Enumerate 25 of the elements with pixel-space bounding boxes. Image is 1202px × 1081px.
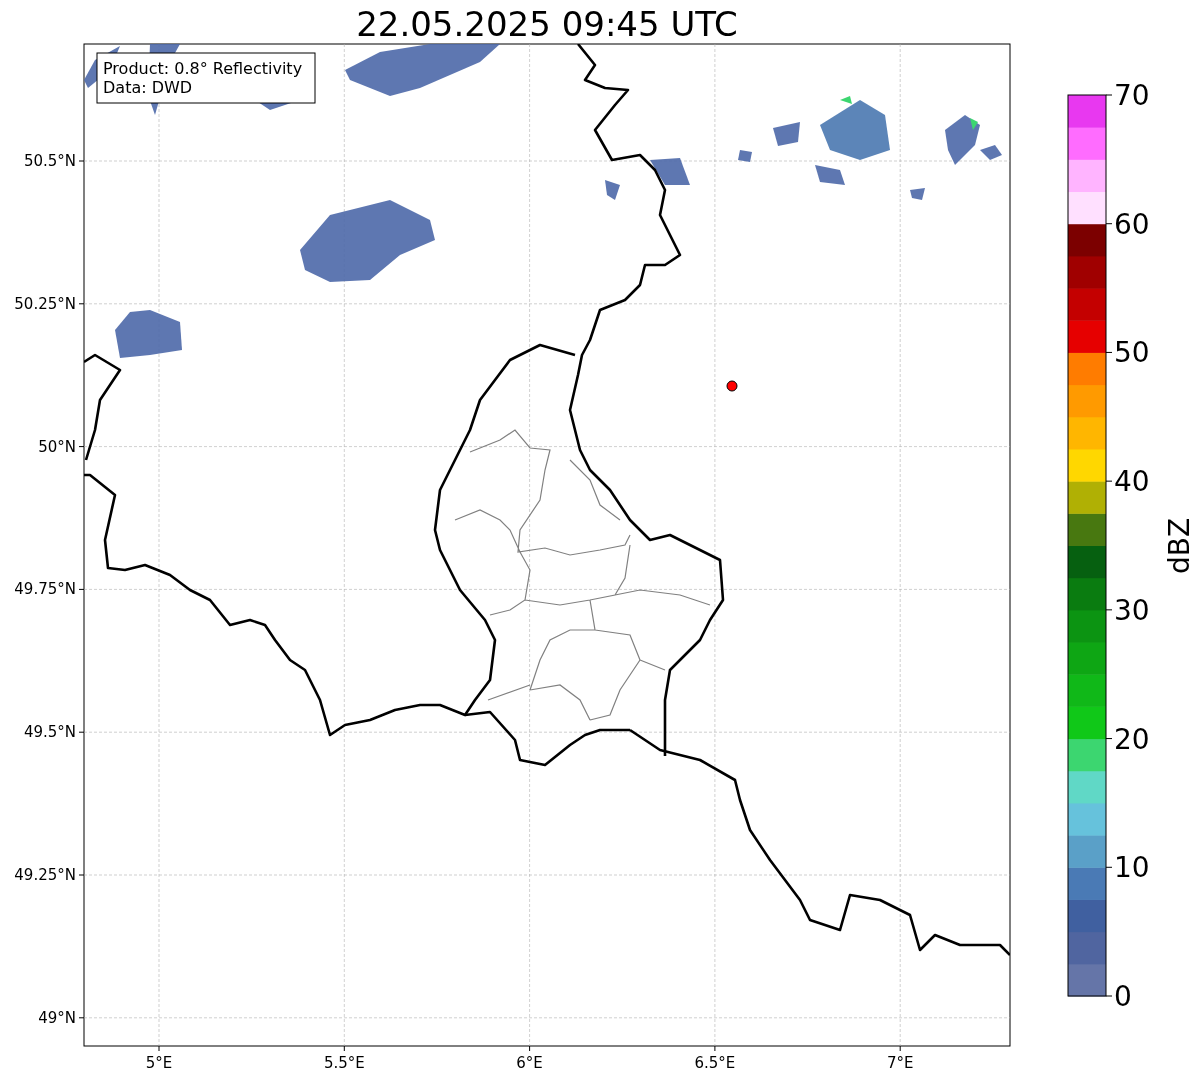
colorbar-tick-label: 30 [1114,593,1150,627]
y-tick-label: 50°N [38,437,76,456]
x-tick-label: 5°E [145,1054,173,1072]
plot-title: 22.05.2025 09:45 UTC [356,4,738,44]
colorbar-label: dBZ [1163,517,1196,575]
colorbar-tick-label: 60 [1114,207,1150,241]
colorbar-tick-label: 10 [1114,851,1150,885]
x-tick-label: 5.5°E [323,1054,365,1072]
y-tick-label: 49°N [38,1008,76,1027]
station-marker [726,380,738,392]
x-tick-label: 6.5°E [694,1054,736,1072]
colorbar-tick-label: 40 [1114,465,1150,499]
info-text: Product: 0.8° Reflectivity [103,59,303,78]
colorbar-tick-label: 70 [1114,79,1150,112]
colorbar-tick-label: 0 [1114,980,1132,1013]
colorbar-tick-label: 50 [1114,336,1150,370]
y-tick-label: 50.5°N [23,152,76,170]
y-tick-label: 50.25°N [14,294,76,313]
x-tick-label: 6°E [516,1054,543,1072]
y-tick-label: 49.75°N [14,580,76,599]
y-tick-label: 49.25°N [14,866,76,884]
x-tick-label: 7°E [886,1054,914,1072]
info-text: Data: DWD [103,78,193,97]
colorbar-tick-label: 20 [1114,722,1150,756]
y-tick-label: 49.5°N [23,723,76,742]
